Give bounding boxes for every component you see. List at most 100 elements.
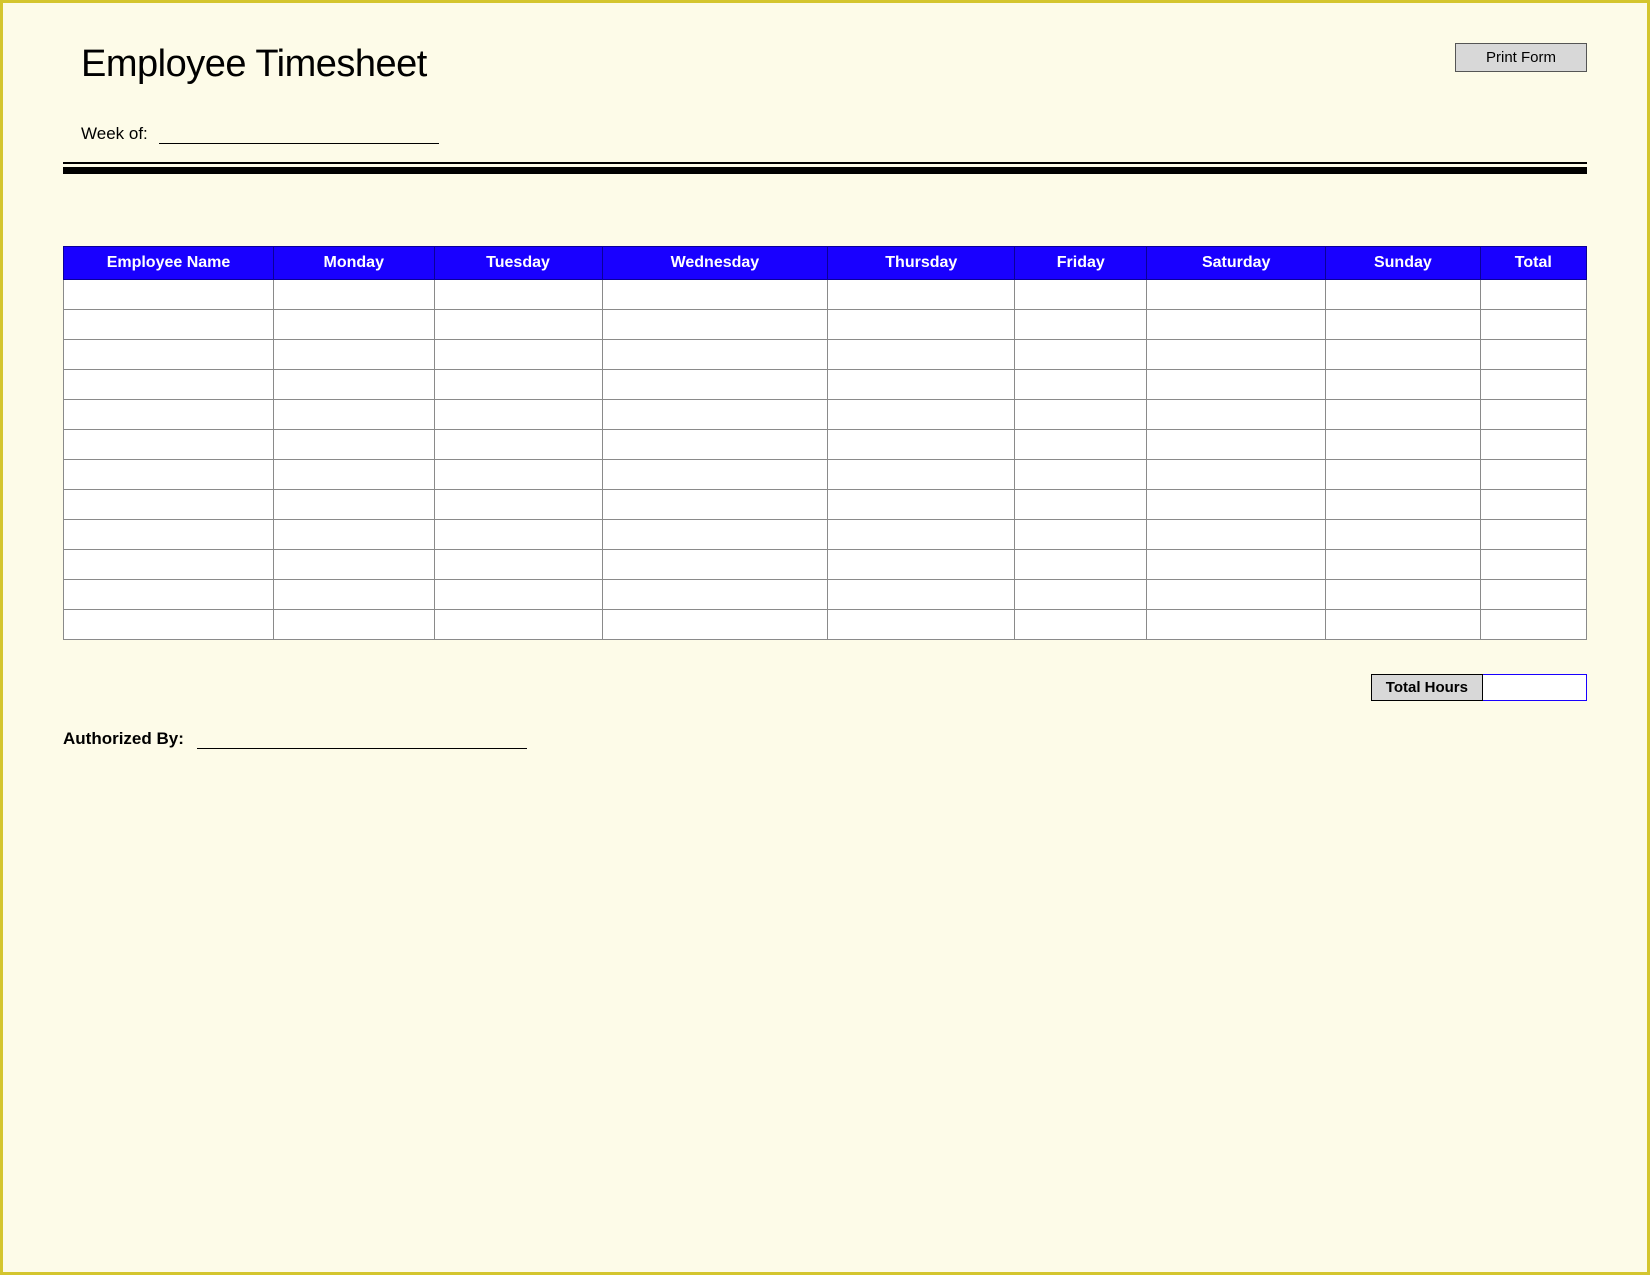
table-cell[interactable] <box>1147 280 1326 310</box>
table-cell[interactable] <box>1326 520 1480 550</box>
table-cell[interactable] <box>1480 310 1586 340</box>
table-cell[interactable] <box>1326 280 1480 310</box>
table-cell[interactable] <box>1015 550 1147 580</box>
table-cell[interactable] <box>434 310 602 340</box>
table-cell[interactable] <box>434 370 602 400</box>
table-cell[interactable] <box>1480 340 1586 370</box>
table-cell[interactable] <box>1480 520 1586 550</box>
table-cell[interactable] <box>1015 520 1147 550</box>
table-cell[interactable] <box>1147 310 1326 340</box>
table-cell[interactable] <box>1480 460 1586 490</box>
table-cell[interactable] <box>828 400 1015 430</box>
table-cell[interactable] <box>1480 580 1586 610</box>
table-cell[interactable] <box>1326 370 1480 400</box>
table-cell[interactable] <box>1015 430 1147 460</box>
table-cell[interactable] <box>64 400 274 430</box>
table-cell[interactable] <box>828 430 1015 460</box>
table-cell[interactable] <box>434 340 602 370</box>
table-cell[interactable] <box>1147 610 1326 640</box>
table-cell[interactable] <box>602 550 828 580</box>
table-cell[interactable] <box>274 490 435 520</box>
table-cell[interactable] <box>64 340 274 370</box>
table-cell[interactable] <box>602 310 828 340</box>
table-cell[interactable] <box>274 370 435 400</box>
table-cell[interactable] <box>274 550 435 580</box>
table-cell[interactable] <box>64 550 274 580</box>
table-cell[interactable] <box>274 520 435 550</box>
table-cell[interactable] <box>1480 490 1586 520</box>
table-cell[interactable] <box>434 520 602 550</box>
table-cell[interactable] <box>1326 310 1480 340</box>
table-cell[interactable] <box>1015 580 1147 610</box>
table-cell[interactable] <box>1015 460 1147 490</box>
table-cell[interactable] <box>828 340 1015 370</box>
table-cell[interactable] <box>1015 370 1147 400</box>
table-cell[interactable] <box>64 580 274 610</box>
table-cell[interactable] <box>1015 340 1147 370</box>
table-cell[interactable] <box>274 430 435 460</box>
table-cell[interactable] <box>1147 340 1326 370</box>
print-form-button[interactable]: Print Form <box>1455 43 1587 72</box>
table-cell[interactable] <box>274 400 435 430</box>
table-cell[interactable] <box>434 280 602 310</box>
table-cell[interactable] <box>602 610 828 640</box>
table-cell[interactable] <box>64 520 274 550</box>
table-cell[interactable] <box>434 490 602 520</box>
table-cell[interactable] <box>1147 400 1326 430</box>
week-of-input[interactable] <box>159 128 439 144</box>
table-cell[interactable] <box>1147 370 1326 400</box>
table-cell[interactable] <box>434 610 602 640</box>
table-cell[interactable] <box>602 340 828 370</box>
table-cell[interactable] <box>1147 520 1326 550</box>
table-cell[interactable] <box>1015 610 1147 640</box>
table-cell[interactable] <box>64 610 274 640</box>
table-cell[interactable] <box>602 460 828 490</box>
table-cell[interactable] <box>828 280 1015 310</box>
table-cell[interactable] <box>828 460 1015 490</box>
table-cell[interactable] <box>1326 580 1480 610</box>
table-cell[interactable] <box>602 400 828 430</box>
table-cell[interactable] <box>1015 280 1147 310</box>
table-cell[interactable] <box>434 400 602 430</box>
table-cell[interactable] <box>1015 400 1147 430</box>
table-cell[interactable] <box>274 460 435 490</box>
table-cell[interactable] <box>274 280 435 310</box>
table-cell[interactable] <box>434 550 602 580</box>
table-cell[interactable] <box>64 430 274 460</box>
table-cell[interactable] <box>1480 430 1586 460</box>
table-cell[interactable] <box>274 610 435 640</box>
table-cell[interactable] <box>828 520 1015 550</box>
table-cell[interactable] <box>1326 430 1480 460</box>
table-cell[interactable] <box>274 580 435 610</box>
authorized-by-input[interactable] <box>197 735 527 749</box>
table-cell[interactable] <box>64 460 274 490</box>
table-cell[interactable] <box>64 490 274 520</box>
table-cell[interactable] <box>434 460 602 490</box>
table-cell[interactable] <box>1326 550 1480 580</box>
table-cell[interactable] <box>274 340 435 370</box>
table-cell[interactable] <box>1480 370 1586 400</box>
table-cell[interactable] <box>602 280 828 310</box>
table-cell[interactable] <box>1326 490 1480 520</box>
table-cell[interactable] <box>602 430 828 460</box>
table-cell[interactable] <box>434 580 602 610</box>
table-cell[interactable] <box>1015 490 1147 520</box>
table-cell[interactable] <box>602 520 828 550</box>
table-cell[interactable] <box>64 280 274 310</box>
table-cell[interactable] <box>1326 460 1480 490</box>
table-cell[interactable] <box>1147 550 1326 580</box>
table-cell[interactable] <box>64 370 274 400</box>
table-cell[interactable] <box>1147 460 1326 490</box>
table-cell[interactable] <box>1326 400 1480 430</box>
table-cell[interactable] <box>602 370 828 400</box>
table-cell[interactable] <box>1480 550 1586 580</box>
table-cell[interactable] <box>1480 400 1586 430</box>
table-cell[interactable] <box>828 610 1015 640</box>
table-cell[interactable] <box>1147 430 1326 460</box>
total-hours-value[interactable] <box>1483 674 1587 701</box>
table-cell[interactable] <box>602 490 828 520</box>
table-cell[interactable] <box>1015 310 1147 340</box>
table-cell[interactable] <box>434 430 602 460</box>
table-cell[interactable] <box>828 580 1015 610</box>
table-cell[interactable] <box>1326 610 1480 640</box>
